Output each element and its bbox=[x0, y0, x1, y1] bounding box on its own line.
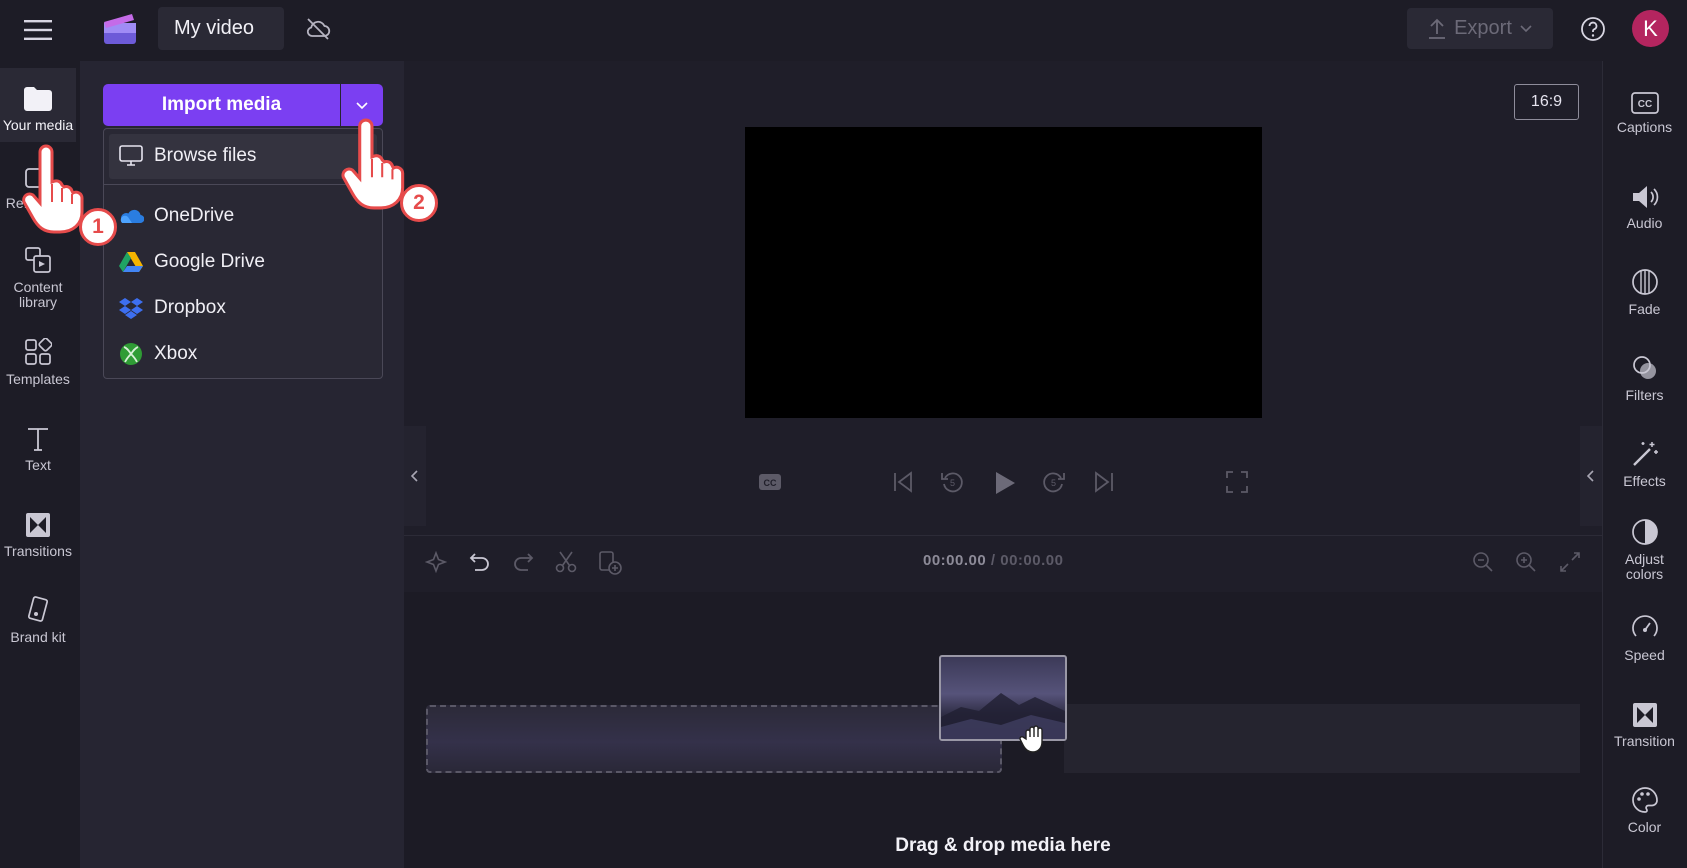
drop-zone[interactable] bbox=[426, 705, 1002, 773]
captions-icon: CC bbox=[1630, 92, 1659, 114]
transitions-icon bbox=[26, 513, 50, 537]
chevron-down-icon bbox=[356, 101, 368, 109]
menu-item-dropbox[interactable]: Dropbox bbox=[118, 295, 226, 321]
chevron-left-icon bbox=[411, 470, 418, 482]
right-item-adjust-colors[interactable]: Adjust colors bbox=[1602, 514, 1687, 582]
step-badge-1: 1 bbox=[79, 208, 117, 246]
speaker-icon bbox=[1632, 186, 1658, 208]
right-item-audio[interactable]: Audio bbox=[1602, 178, 1687, 231]
timeline-track bbox=[1064, 704, 1580, 773]
ai-sparkle-icon[interactable] bbox=[423, 549, 449, 575]
undo-icon[interactable] bbox=[467, 549, 493, 575]
fit-timeline-icon[interactable] bbox=[1557, 549, 1583, 575]
pointer-hand-icon bbox=[18, 144, 88, 234]
top-bar: My video Export K bbox=[0, 0, 1687, 62]
xbox-icon bbox=[120, 343, 142, 365]
project-title[interactable]: My video bbox=[158, 7, 284, 50]
brand-kit-icon bbox=[27, 596, 49, 622]
export-button[interactable]: Export bbox=[1407, 8, 1553, 49]
right-item-fade[interactable]: Fade bbox=[1602, 264, 1687, 317]
import-media-button[interactable]: Import media bbox=[103, 84, 340, 126]
google-drive-icon bbox=[119, 252, 143, 272]
skip-to-start-icon[interactable] bbox=[889, 468, 917, 496]
adjust-colors-icon bbox=[1631, 519, 1658, 545]
video-preview bbox=[745, 127, 1262, 418]
chevron-left-icon bbox=[1587, 470, 1594, 482]
nav-transitions[interactable]: Transitions bbox=[0, 508, 76, 568]
help-icon[interactable] bbox=[1578, 14, 1608, 44]
nav-text[interactable]: Text bbox=[0, 422, 76, 482]
upload-icon bbox=[1429, 18, 1446, 39]
fullscreen-icon[interactable] bbox=[1223, 468, 1251, 496]
captions-toggle-icon[interactable]: CC bbox=[756, 468, 784, 496]
hamburger-menu-icon[interactable] bbox=[22, 14, 54, 46]
menu-item-xbox[interactable]: Xbox bbox=[118, 341, 197, 367]
svg-text:5: 5 bbox=[950, 478, 955, 488]
menu-item-onedrive[interactable]: OneDrive bbox=[118, 203, 234, 229]
right-item-color[interactable]: Color bbox=[1602, 782, 1687, 835]
right-item-speed[interactable]: Speed bbox=[1602, 610, 1687, 663]
text-icon bbox=[28, 428, 48, 451]
forward-5-icon[interactable]: 5 bbox=[1040, 468, 1068, 496]
svg-text:5: 5 bbox=[1051, 478, 1056, 488]
onedrive-icon bbox=[120, 209, 144, 224]
play-icon[interactable] bbox=[990, 468, 1020, 498]
add-clip-icon[interactable] bbox=[596, 549, 624, 577]
step-badge-2: 2 bbox=[400, 184, 438, 222]
dropbox-icon bbox=[119, 298, 143, 319]
rewind-5-icon[interactable]: 5 bbox=[938, 468, 966, 496]
nav-brand-kit[interactable]: Brand kit bbox=[0, 594, 76, 654]
timecode: 00:00.00 / 00:00.00 bbox=[923, 552, 1064, 569]
chevron-down-icon bbox=[1520, 24, 1532, 32]
clipchamp-logo-icon bbox=[101, 12, 139, 46]
menu-item-google-drive[interactable]: Google Drive bbox=[118, 249, 265, 275]
templates-icon bbox=[25, 338, 52, 365]
skip-to-end-icon[interactable] bbox=[1090, 468, 1118, 496]
nav-templates[interactable]: Templates bbox=[0, 336, 76, 396]
collapse-right-panel-button[interactable] bbox=[1580, 426, 1602, 526]
right-item-filters[interactable]: Filters bbox=[1602, 350, 1687, 403]
zoom-in-icon[interactable] bbox=[1513, 549, 1539, 575]
filters-icon bbox=[1632, 356, 1656, 379]
speedometer-icon bbox=[1631, 615, 1658, 637]
menu-item-browse-files[interactable]: Browse files bbox=[118, 143, 256, 169]
collapse-left-panel-button[interactable] bbox=[404, 426, 426, 526]
pointer-hand-icon bbox=[336, 118, 410, 210]
cloud-sync-off-icon[interactable] bbox=[303, 14, 333, 44]
drop-hint: Drag & drop media here bbox=[895, 835, 1111, 856]
svg-text:CC: CC bbox=[1637, 99, 1651, 110]
right-item-effects[interactable]: Effects bbox=[1602, 436, 1687, 489]
folder-icon bbox=[24, 87, 52, 111]
svg-text:CC: CC bbox=[764, 478, 777, 488]
right-item-captions[interactable]: CC Captions bbox=[1602, 82, 1687, 135]
scissors-icon[interactable] bbox=[553, 549, 579, 575]
content-library-icon bbox=[25, 247, 51, 273]
magic-wand-icon bbox=[1632, 442, 1658, 466]
nav-your-media[interactable]: Your media bbox=[0, 68, 76, 142]
monitor-icon bbox=[119, 145, 143, 166]
nav-content-library[interactable]: Content library bbox=[0, 244, 76, 314]
right-item-transition[interactable]: Transition bbox=[1602, 696, 1687, 749]
aspect-ratio-button[interactable]: 16:9 bbox=[1514, 84, 1579, 120]
grab-hand-icon bbox=[1018, 722, 1052, 756]
transition-icon bbox=[1632, 703, 1657, 727]
zoom-out-icon[interactable] bbox=[1470, 549, 1496, 575]
palette-icon bbox=[1631, 787, 1658, 813]
fade-icon bbox=[1631, 269, 1658, 295]
redo-icon[interactable] bbox=[510, 549, 536, 575]
avatar[interactable]: K bbox=[1632, 10, 1669, 47]
